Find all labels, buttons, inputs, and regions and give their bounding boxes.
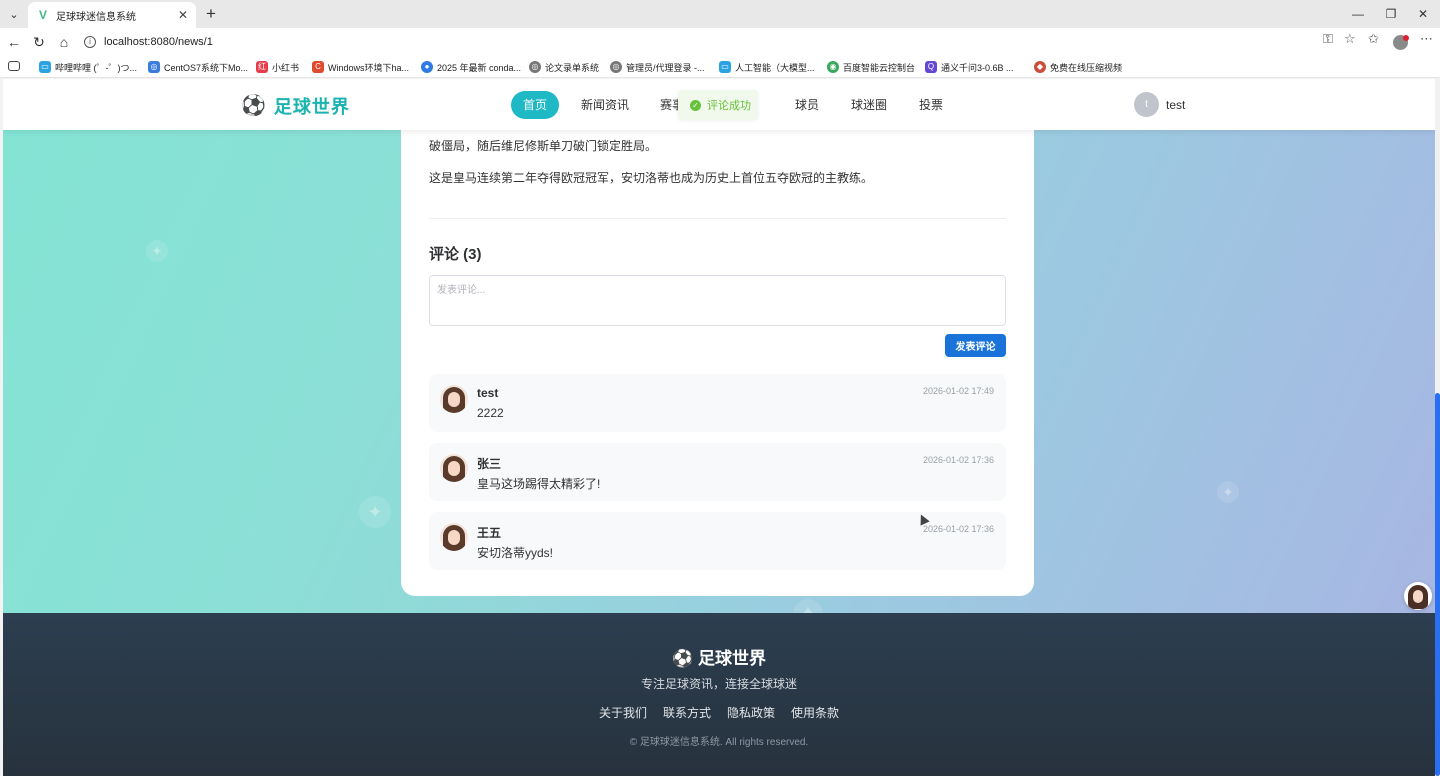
submit-comment-button[interactable]: 发表评论 xyxy=(945,334,1006,357)
baidu-cloud-icon: ◉ xyxy=(827,61,839,73)
article-paragraph: 破僵局，随后维尼修斯单刀破门锁定胜局。 xyxy=(429,139,658,153)
bookmark-item[interactable]: ● 2025 年最新 conda... xyxy=(421,60,521,74)
footer-link-terms[interactable]: 使用条款 xyxy=(791,704,839,721)
comment-time: 2026-01-02 17:49 xyxy=(922,386,994,396)
site-info-icon[interactable]: i xyxy=(84,36,96,48)
avatar xyxy=(440,385,468,413)
user-avatar[interactable]: t xyxy=(1134,92,1159,117)
tab-strip: ⌄ V 足球球迷信息系统 ✕ + — ❐ ✕ xyxy=(0,0,1440,28)
comment-author: 张三 xyxy=(477,457,502,471)
avatar xyxy=(440,523,468,551)
site-footer: ⚽ 足球世界 专注足球资讯，连接全球球迷 关于我们 联系方式 隐私政策 使用条款… xyxy=(3,613,1435,776)
toast-message: 评论成功 xyxy=(707,100,751,112)
favorites-list-icon[interactable]: ✩ xyxy=(1368,31,1379,47)
reload-icon[interactable]: ↻ xyxy=(30,33,48,51)
blue-circle-icon: ● xyxy=(421,61,433,73)
comment-author: test xyxy=(477,386,499,400)
nav-home[interactable]: 首页 xyxy=(511,91,560,119)
user-name[interactable]: test xyxy=(1166,98,1185,112)
bookmark-item[interactable]: ◆ 免费在线压缩视频 xyxy=(1034,60,1122,74)
comment-text: 皇马这场踢得太精彩了! xyxy=(477,477,601,491)
background-ball-icon: ✦ xyxy=(1217,481,1239,503)
bookmark-item[interactable]: ◎ 管理员/代理登录 -... xyxy=(610,60,705,74)
soccer-ball-icon: ⚽ xyxy=(672,649,694,668)
back-arrow-icon[interactable]: ← xyxy=(5,33,23,51)
fish-icon: ◆ xyxy=(1034,61,1046,73)
tab-actions-chevron-icon[interactable]: ⌄ xyxy=(4,4,24,24)
window-close-icon[interactable]: ✕ xyxy=(1413,5,1433,23)
comment-time: 2026-01-02 17:36 xyxy=(922,524,994,534)
tablet-icon[interactable] xyxy=(8,61,20,71)
article-paragraph: 这是皇马连续第二年夺得欧冠冠军，安切洛蒂也成为历史上首位五夺欧冠的主教练。 xyxy=(429,171,874,185)
bookmark-item[interactable]: ▭ 人工智能（大模型... xyxy=(719,60,815,74)
logo-text: 足球世界 xyxy=(273,97,350,117)
footer-logo: ⚽ 足球世界 xyxy=(3,644,1435,669)
new-tab-plus-icon[interactable]: + xyxy=(202,5,220,23)
section-divider xyxy=(429,218,1006,219)
tab-title: 足球球迷信息系统 xyxy=(56,11,136,23)
background-ball-icon: ✦ xyxy=(359,496,391,528)
bookmark-item[interactable]: Q 通义千问3-0.6B ... xyxy=(925,60,1014,74)
comment-item: test 2222 2026-01-02 17:49 xyxy=(429,374,1006,432)
soccer-ball-icon: ⚽ xyxy=(241,95,266,117)
check-circle-icon: ✓ xyxy=(690,99,701,111)
nav-players[interactable]: 球员 xyxy=(783,91,831,119)
globe-icon: ◎ xyxy=(529,61,541,73)
background-ball-icon: ✦ xyxy=(146,240,168,262)
article-card: 破僵局，随后维尼修斯单刀破门锁定胜局。 这是皇马连续第二年夺得欧冠冠军，安切洛蒂… xyxy=(401,79,1034,596)
comment-text: 2222 xyxy=(477,406,504,420)
bookmark-item[interactable]: ◎ 论文录单系统 xyxy=(529,60,599,74)
footer-link-about[interactable]: 关于我们 xyxy=(599,704,647,721)
tv-icon: ▭ xyxy=(39,61,51,73)
minimize-icon[interactable]: — xyxy=(1348,5,1368,23)
bookmark-item[interactable]: ◎ CentOS7系统下Mo... xyxy=(148,60,248,74)
nav-vote[interactable]: 投票 xyxy=(907,91,955,119)
url-text[interactable]: localhost:8080/news/1 xyxy=(104,36,213,48)
comment-item: 张三 皇马这场踢得太精彩了! 2026-01-02 17:36 xyxy=(429,443,1006,501)
page-viewport: ✦ ✦ ✦ ✦ ⚽ 足球世界 首页 新闻资讯 赛事 球队 球员 球迷圈 投票 ✓… xyxy=(3,79,1435,776)
footer-slogan: 专注足球资讯，连接全球球迷 xyxy=(640,677,797,691)
restore-icon[interactable]: ❐ xyxy=(1381,5,1401,23)
bookmarks-bar: ▭ 哔哩哔哩 (゜-゜)つ... ◎ CentOS7系统下Mo... 红小红书 CW… xyxy=(0,56,1440,78)
bookmark-item[interactable]: ◉ 百度智能云控制台 xyxy=(827,60,915,74)
top-navigation: ⚽ 足球世界 首页 新闻资讯 赛事 球队 球员 球迷圈 投票 ✓ 评论成功 t … xyxy=(3,79,1435,130)
footer-logo-text: 足球世界 xyxy=(697,649,766,668)
globe-icon: ◎ xyxy=(610,61,622,73)
comment-text: 安切洛蒂yyds! xyxy=(477,546,554,560)
site-logo[interactable]: ⚽ 足球世界 xyxy=(241,93,350,119)
success-toast: ✓ 评论成功 xyxy=(678,90,758,120)
url-field[interactable]: i localhost:8080/news/1 xyxy=(78,31,1366,53)
floating-assistant-avatar[interactable] xyxy=(1404,582,1432,610)
address-bar-row: ← ↻ ⌂ i localhost:8080/news/1 ⚿ ☆ ✩ ⋯ xyxy=(0,28,1440,56)
key-icon[interactable]: ⚿ xyxy=(1323,31,1333,47)
comment-input[interactable] xyxy=(429,275,1006,326)
bookmark-item[interactable]: C Windows环境下ha... xyxy=(312,60,409,74)
scrollbar-thumb[interactable] xyxy=(1435,393,1440,776)
profile-badge xyxy=(1403,35,1409,41)
footer-links: 关于我们 联系方式 隐私政策 使用条款 xyxy=(3,704,1435,721)
qwen-icon: Q xyxy=(925,61,937,73)
comments-heading: 评论 (3) xyxy=(429,246,482,263)
nav-fan-circle[interactable]: 球迷圈 xyxy=(839,91,899,119)
footer-copyright: © 足球球迷信息系统. All rights reserved. xyxy=(629,737,809,748)
nav-news[interactable]: 新闻资讯 xyxy=(569,91,641,119)
tab-close-icon[interactable]: ✕ xyxy=(176,8,190,22)
home-icon[interactable]: ⌂ xyxy=(55,33,73,51)
avatar xyxy=(440,454,468,482)
favorite-star-icon[interactable]: ☆ xyxy=(1344,31,1356,47)
footer-link-contact[interactable]: 联系方式 xyxy=(663,704,711,721)
browser-tab[interactable]: V 足球球迷信息系统 ✕ xyxy=(28,2,196,28)
footer-link-privacy[interactable]: 隐私政策 xyxy=(727,704,775,721)
comment-author: 王五 xyxy=(477,526,502,540)
comment-time: 2026-01-02 17:36 xyxy=(922,455,994,465)
vue-favicon-icon: V xyxy=(38,8,47,22)
more-menu-icon[interactable]: ⋯ xyxy=(1420,31,1433,47)
globe-icon: ◎ xyxy=(148,61,160,73)
xiaohongshu-icon: 红 xyxy=(256,61,268,73)
bookmark-item[interactable]: ▭ 哔哩哔哩 (゜-゜)つ... xyxy=(39,60,137,74)
bookmark-item[interactable]: 红小红书 xyxy=(256,60,299,74)
c-icon: C xyxy=(312,61,324,73)
tv-icon: ▭ xyxy=(719,61,731,73)
